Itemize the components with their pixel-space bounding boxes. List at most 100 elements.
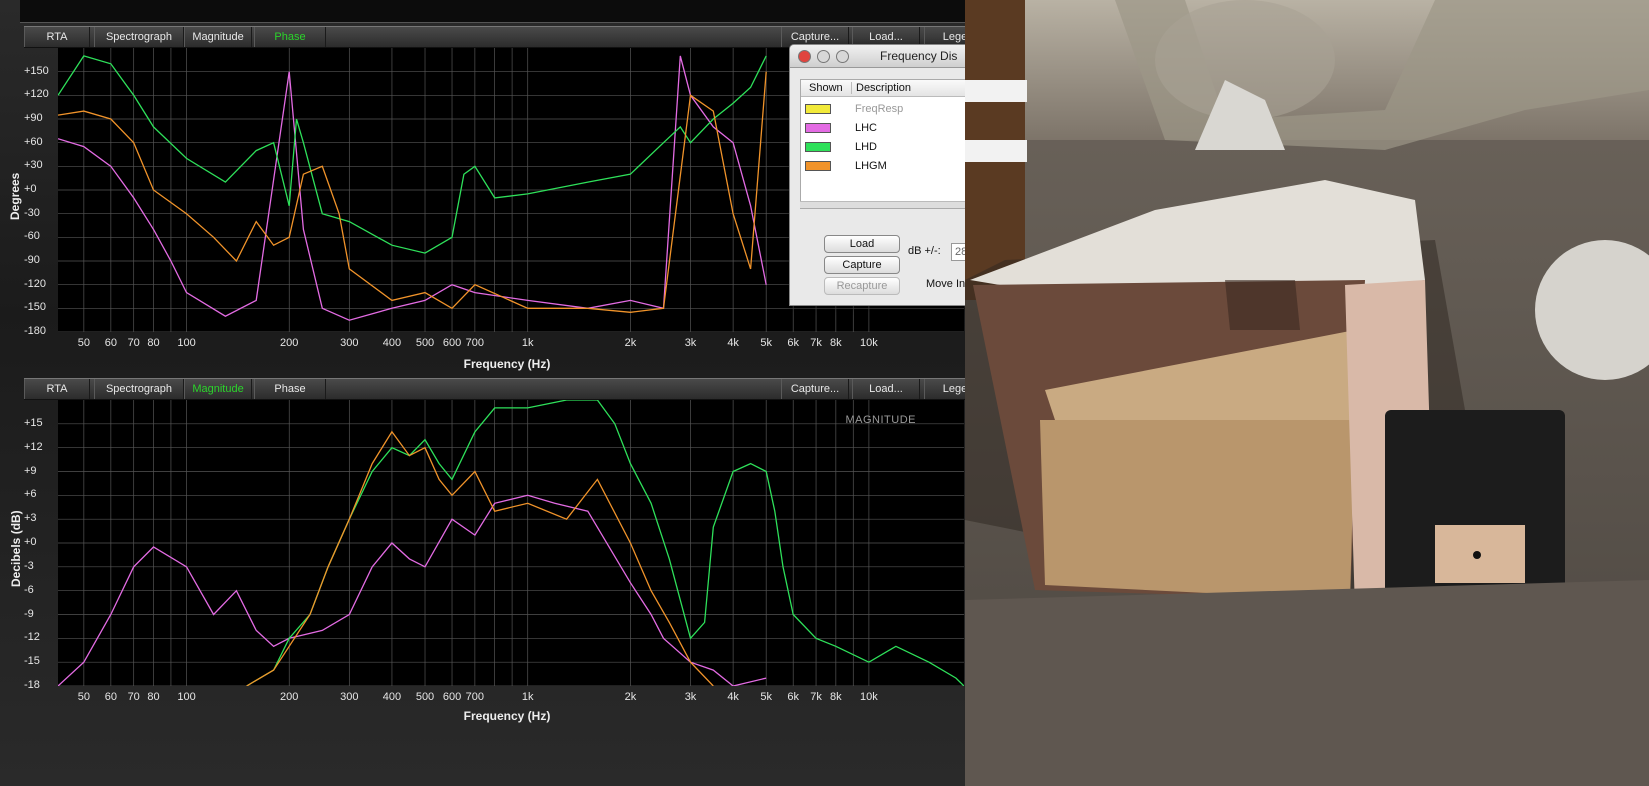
y-tick-label: -6 <box>24 583 34 596</box>
x-tick-label: 70 <box>127 337 140 349</box>
x-tick-label: 2k <box>624 691 637 703</box>
speaker-horn-photo <box>965 0 1649 786</box>
y-tick-label: +9 <box>24 464 37 477</box>
y-tick-label: -15 <box>24 655 40 668</box>
magnitude-chart-svg <box>58 400 964 686</box>
x-tick-label: 10k <box>860 691 878 703</box>
x-tick-label: 400 <box>382 337 402 349</box>
tab-phase[interactable]: Phase <box>254 27 326 47</box>
x-tick-label: 1k <box>521 337 534 349</box>
phase-y-axis-label: Degrees <box>8 172 22 220</box>
y-tick-label: +15 <box>24 416 43 429</box>
x-tick-label: 300 <box>340 691 359 703</box>
magnitude-x-axis-label: Frequency (Hz) <box>463 709 551 723</box>
magnitude-y-axis-label: Decibels (dB) <box>9 510 23 587</box>
y-tick-label: -9 <box>24 607 34 620</box>
x-tick-label: 300 <box>340 337 359 349</box>
x-tick-label: 70 <box>127 691 140 703</box>
app-window: RTA Spectrograph Magnitude Phase Capture… <box>0 0 1017 786</box>
y-tick-label: +30 <box>24 159 43 172</box>
x-tick-label: 100 <box>177 337 196 349</box>
x-tick-label: 1k <box>521 691 534 703</box>
y-tick-label: -60 <box>24 230 40 243</box>
y-tick-label: -90 <box>24 254 40 266</box>
tab-magnitude[interactable]: Magnitude <box>184 27 252 47</box>
column-shown[interactable]: Shown <box>809 82 843 94</box>
series-line-lhgm <box>58 71 767 313</box>
x-tick-label: 3k <box>684 337 697 349</box>
y-tick-label: -3 <box>24 559 34 572</box>
trace-color-swatch[interactable] <box>805 161 831 171</box>
x-tick-label: 700 <box>465 691 485 703</box>
tab-phase[interactable]: Phase <box>254 379 326 399</box>
x-tick-label: 10k <box>860 337 878 349</box>
x-tick-label: 5k <box>760 337 772 349</box>
tab-rta[interactable]: RTA <box>24 379 90 399</box>
y-tick-label: -30 <box>24 206 40 219</box>
y-tick-label: -18 <box>24 679 40 691</box>
capture-button[interactable]: Capture... <box>781 379 849 399</box>
x-tick-label: 3k <box>684 691 697 703</box>
x-tick-label: 4k <box>727 337 739 349</box>
minimize-window-icon[interactable] <box>817 50 830 63</box>
magnitude-tab-bar: RTA Spectrograph Magnitude Phase Capture… <box>24 378 1015 400</box>
x-tick-label: 60 <box>104 691 117 703</box>
dialog-capture-button[interactable]: Capture <box>824 256 900 274</box>
trace-color-swatch[interactable] <box>805 104 831 114</box>
x-tick-label: 50 <box>77 691 90 703</box>
x-tick-label: 7k <box>810 691 822 703</box>
tab-rta[interactable]: RTA <box>24 27 90 47</box>
tab-magnitude[interactable]: Magnitude <box>184 379 252 399</box>
column-description[interactable]: Description <box>851 82 911 94</box>
y-tick-label: +12 <box>24 440 43 453</box>
x-tick-label: 200 <box>280 337 299 349</box>
x-tick-label: 2k <box>624 337 637 349</box>
x-tick-label: 8k <box>830 337 842 349</box>
load-button[interactable]: Load... <box>852 379 920 399</box>
close-window-icon[interactable] <box>798 50 811 63</box>
trace-description: LHGM <box>855 160 887 172</box>
x-tick-label: 600 <box>442 691 462 703</box>
x-tick-label: 80 <box>147 337 160 349</box>
y-tick-label: +150 <box>24 64 49 77</box>
x-tick-label: 8k <box>830 691 842 703</box>
y-tick-label: +0 <box>24 183 37 195</box>
dialog-load-button[interactable]: Load <box>824 235 900 253</box>
x-tick-label: 50 <box>77 337 90 349</box>
trace-description: LHD <box>855 141 878 153</box>
y-tick-label: +120 <box>24 88 49 101</box>
x-tick-label: 5k <box>760 691 772 703</box>
x-tick-label: 80 <box>147 691 160 703</box>
y-tick-label: +6 <box>24 488 37 501</box>
y-tick-label: +3 <box>24 512 37 525</box>
move-label: Move In <box>926 278 966 290</box>
trace-description: FreqResp <box>855 103 904 115</box>
x-tick-label: 700 <box>465 337 485 349</box>
phase-x-axis-label: Frequency (Hz) <box>463 357 551 371</box>
y-tick-label: -12 <box>24 631 40 644</box>
trace-description: LHC <box>855 122 878 134</box>
dialog-recapture-button[interactable]: Recapture <box>824 277 900 295</box>
y-tick-label: +90 <box>24 112 43 124</box>
x-tick-label: 500 <box>415 691 435 703</box>
db-range-label: dB +/-: <box>908 245 941 257</box>
y-tick-label: -180 <box>24 325 47 337</box>
zoom-window-icon[interactable] <box>836 50 849 63</box>
series-line-lhd <box>58 55 767 254</box>
tab-spectrograph[interactable]: Spectrograph <box>94 27 184 47</box>
x-tick-label: 60 <box>104 337 117 349</box>
magnitude-overlay-label: MAGNITUDE <box>845 414 916 426</box>
horn-photo-illustration <box>965 0 1649 786</box>
window-top-bar <box>20 0 1015 23</box>
x-tick-label: 6k <box>787 691 800 703</box>
y-tick-label: +0 <box>24 536 37 548</box>
y-tick-label: -150 <box>24 301 47 314</box>
x-tick-label: 100 <box>177 691 196 703</box>
trace-color-swatch[interactable] <box>805 123 831 133</box>
x-tick-label: 4k <box>727 691 739 703</box>
trace-color-swatch[interactable] <box>805 142 831 152</box>
x-tick-label: 500 <box>415 337 435 349</box>
series-line-lhgm <box>246 430 714 686</box>
y-tick-label: -120 <box>24 277 47 290</box>
tab-spectrograph[interactable]: Spectrograph <box>94 379 184 399</box>
